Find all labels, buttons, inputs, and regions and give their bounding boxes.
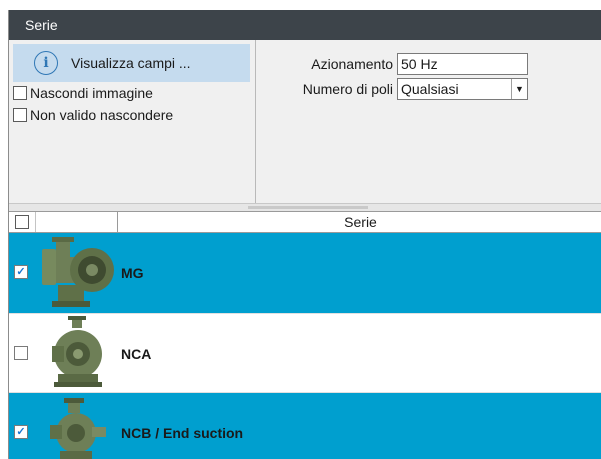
chevron-down-icon[interactable]: ▼ [511,79,527,99]
checkmark-icon: ✓ [16,426,26,438]
poles-selected-value: Qualsiasi [401,81,459,97]
row-checkbox[interactable]: ✓ [14,425,28,439]
hide-invalid-option[interactable]: Non valido nascondere [13,107,173,123]
parameters-pane: Azionamento 50 Hz Numero di poli Qualsia… [257,40,601,203]
series-name: NCB / End suction [121,425,244,441]
drive-row: Azionamento 50 Hz [257,53,528,75]
options-pane: i Visualizza campi ... Nascondi immagine… [9,40,256,203]
poles-select[interactable]: Qualsiasi ▼ [397,78,528,100]
checkmark-icon: ✓ [16,266,26,278]
show-fields-button[interactable]: i Visualizza campi ... [13,44,250,82]
poles-row: Numero di poli Qualsiasi ▼ [257,78,528,100]
series-name: MG [121,265,144,281]
poles-label: Numero di poli [302,81,393,97]
info-icon: i [34,51,58,75]
splitter-grip[interactable] [248,206,368,209]
series-column-header[interactable]: Serie [119,212,601,232]
drive-label: Azionamento [311,56,393,72]
series-panel: Serie i Visualizza campi ... Nascondi im… [8,10,601,459]
pump-image [36,235,118,311]
filter-area: i Visualizza campi ... Nascondi immagine… [9,40,601,203]
series-name: NCA [121,346,152,362]
grid-header: Serie [9,211,601,233]
series-row[interactable]: ✓ MG [9,233,601,313]
pump-image [36,316,118,392]
drive-field[interactable]: 50 Hz [397,53,528,75]
show-fields-label: Visualizza campi ... [71,55,191,71]
hide-image-label: Nascondi immagine [30,85,153,101]
select-all-checkbox[interactable] [15,215,29,229]
series-row[interactable]: NCA [9,313,601,393]
panel-title: Serie [9,10,601,40]
hide-image-option[interactable]: Nascondi immagine [13,85,153,101]
row-checkbox[interactable]: ✓ [14,265,28,279]
hide-image-checkbox[interactable] [13,86,27,100]
image-column-header[interactable] [36,212,118,232]
pump-image [36,395,118,459]
hide-invalid-label: Non valido nascondere [30,107,174,123]
row-checkbox[interactable] [14,346,28,360]
hide-invalid-checkbox[interactable] [13,108,27,122]
series-row[interactable]: ✓ NCB / End suction [9,393,601,459]
select-all-cell [9,212,36,232]
pane-splitter[interactable] [9,203,601,211]
